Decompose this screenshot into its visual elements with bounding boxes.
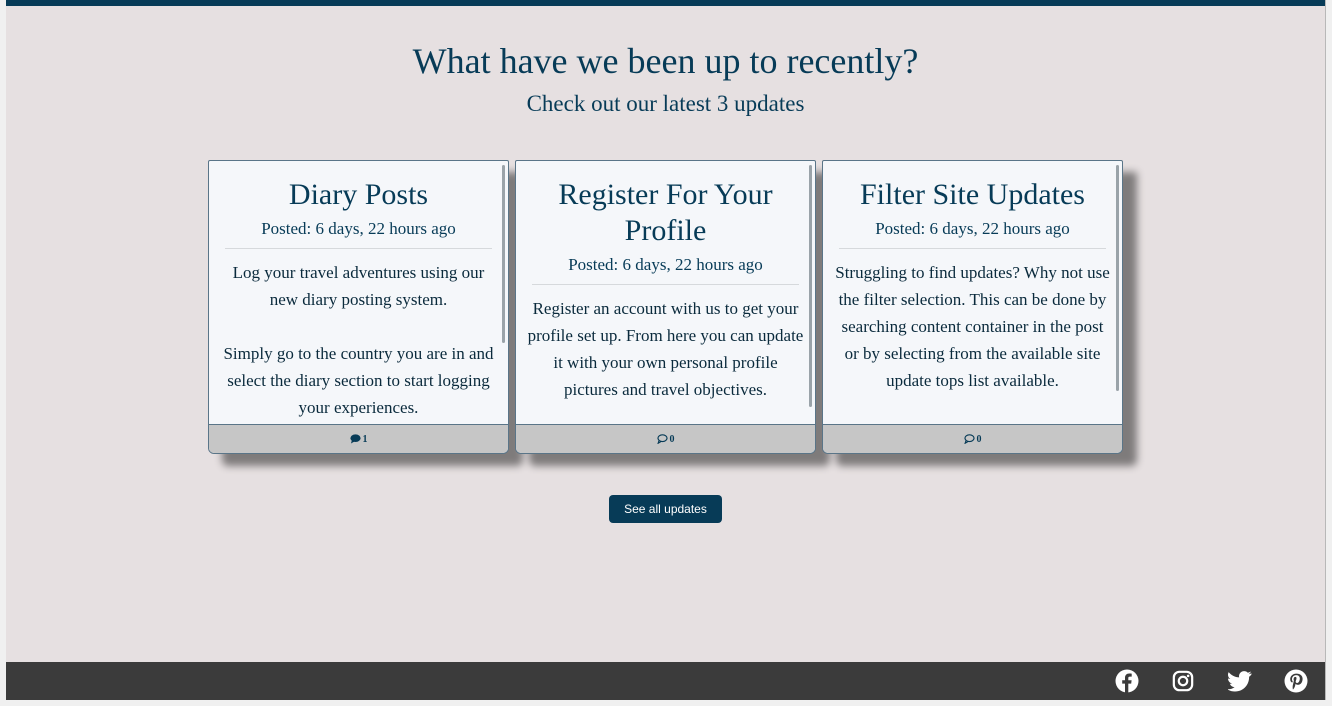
filled-comment-icon [349, 434, 361, 444]
card-date: Posted: 6 days, 22 hours ago [225, 219, 492, 249]
comment-count: 1 [362, 433, 368, 445]
outline-comment-icon [656, 434, 668, 444]
card-title: Register For Your Profile [558, 178, 773, 247]
card-text: Struggling to find updates? Why not use … [835, 263, 1110, 390]
card-scrollbar[interactable] [502, 165, 505, 343]
update-card-register-profile[interactable]: Register For Your Profile Posted: 6 days… [515, 160, 816, 454]
see-all-updates-button[interactable]: See all updates [609, 495, 722, 523]
card-date: Posted: 6 days, 22 hours ago [532, 255, 799, 285]
card-comments[interactable]: 1 [209, 424, 508, 453]
site-footer [6, 662, 1325, 700]
card-text: Log your travel adventures using our new… [223, 263, 494, 417]
twitter-icon[interactable] [1227, 668, 1253, 694]
card-title: Diary Posts [288, 178, 429, 211]
card-date: Posted: 6 days, 22 hours ago [839, 219, 1106, 249]
card-scrollbar[interactable] [809, 165, 812, 407]
card-body[interactable]: Filter Site Updates Posted: 6 days, 22 h… [823, 161, 1122, 424]
comment-count: 0 [976, 433, 982, 445]
card-title: Filter Site Updates [860, 178, 1085, 211]
instagram-icon[interactable] [1170, 668, 1196, 694]
facebook-icon[interactable] [1114, 668, 1140, 694]
pinterest-icon[interactable] [1283, 668, 1309, 694]
section-heading: What have we been up to recently? [412, 41, 919, 81]
outline-comment-icon [963, 434, 975, 444]
updates-page: What have we been up to recently? Check … [6, 0, 1326, 700]
update-card-diary-posts[interactable]: Diary Posts Posted: 6 days, 22 hours ago… [208, 160, 509, 454]
card-comments[interactable]: 0 [516, 424, 815, 453]
section-subheading: Check out our latest 3 updates [526, 91, 805, 116]
comment-count: 0 [669, 433, 675, 445]
card-scrollbar[interactable] [1116, 165, 1119, 391]
top-nav-bar [6, 0, 1325, 6]
card-text: Register an account with us to get your … [527, 299, 804, 399]
update-card-filter-updates[interactable]: Filter Site Updates Posted: 6 days, 22 h… [822, 160, 1123, 454]
card-comments[interactable]: 0 [823, 424, 1122, 453]
card-body[interactable]: Diary Posts Posted: 6 days, 22 hours ago… [209, 161, 508, 424]
card-body[interactable]: Register For Your Profile Posted: 6 days… [516, 161, 815, 424]
